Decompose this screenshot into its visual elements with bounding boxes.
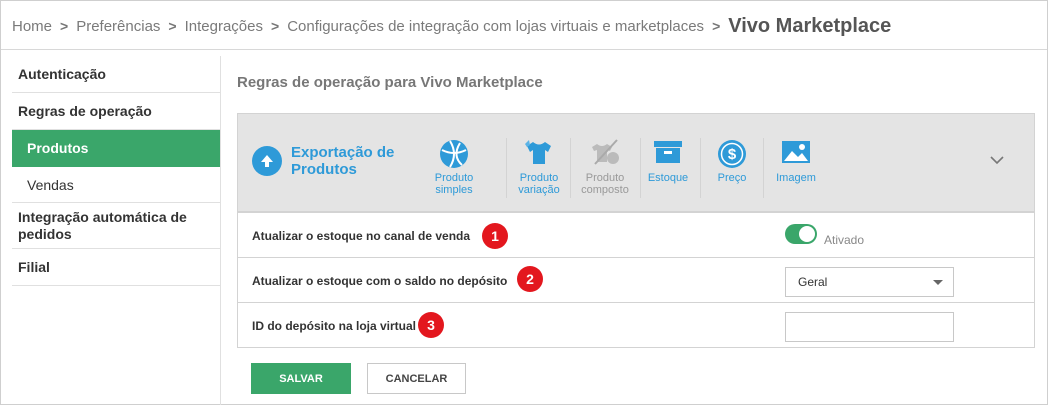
tool-imagem[interactable]: Imagem — [765, 138, 827, 184]
select-value: Geral — [798, 275, 828, 289]
header-divider — [1, 49, 1047, 50]
tool-label: Preço — [717, 172, 747, 184]
export-title: Exportação de Produtos — [291, 144, 395, 178]
tool-label: Produto simples — [434, 172, 474, 196]
setting-row: ID do depósito na loja virtual 3 — [238, 302, 1034, 347]
sidebar-item-label: Autenticação — [18, 66, 106, 82]
tool-estoque[interactable]: Estoque — [637, 138, 699, 184]
section-title: Regras de operação para Vivo Marketplace — [237, 74, 543, 91]
dollar-icon: $ — [701, 138, 763, 172]
sidebar-item-label: Integração automática de pedidos — [18, 208, 187, 242]
tool-label: Estoque — [647, 172, 689, 184]
sidebar-item-label: Vendas — [27, 176, 74, 193]
export-panel: Exportação de Produtos Produto simples P… — [237, 113, 1035, 212]
sidebar-item-regras-de-operacao[interactable]: Regras de operação — [12, 93, 220, 130]
breadcrumb-preferencias[interactable]: Preferências — [76, 18, 160, 35]
callout-badge: 1 — [482, 223, 508, 249]
page-title: Vivo Marketplace — [728, 14, 892, 37]
tool-produto-composto[interactable]: Produto composto — [574, 138, 636, 196]
setting-row: Atualizar o estoque no canal de venda 1 … — [238, 212, 1034, 257]
svg-text:$: $ — [728, 146, 737, 163]
sidebar-divider — [220, 56, 221, 405]
breadcrumb: Home > Preferências > Integrações > Conf… — [12, 14, 891, 38]
chevron-down-icon[interactable] — [990, 152, 1004, 170]
sidebar-item-integracao-automatica[interactable]: Integração automática de pedidos — [12, 203, 220, 249]
sidebar-item-label: Regras de operação — [18, 103, 152, 119]
breadcrumb-home[interactable]: Home — [12, 18, 52, 35]
deposit-select[interactable]: Geral — [785, 267, 954, 297]
sidebar-item-label: Produtos — [27, 140, 89, 156]
arrow-up-circle-icon — [252, 146, 282, 176]
breadcrumb-separator: > — [712, 18, 721, 34]
callout-badge: 2 — [517, 266, 543, 292]
tool-preco[interactable]: $ Preço — [701, 138, 763, 184]
cancel-button[interactable]: CANCELAR — [367, 363, 466, 394]
breadcrumb-separator: > — [168, 18, 177, 34]
callout-badge: 3 — [418, 312, 444, 338]
breadcrumb-separator: > — [271, 18, 280, 34]
tool-separator — [506, 138, 507, 198]
sidebar-item-vendas[interactable]: Vendas — [12, 167, 220, 203]
setting-row: Atualizar o estoque com o saldo no depós… — [238, 257, 1034, 302]
export-header[interactable]: Exportação de Produtos — [252, 144, 431, 178]
tool-produto-simples[interactable]: Produto simples — [423, 138, 485, 196]
setting-label: ID do depósito na loja virtual — [252, 319, 417, 333]
tool-produto-variacao[interactable]: Produto variação — [508, 138, 570, 196]
tool-separator — [570, 138, 571, 198]
setting-label: Atualizar o estoque com o saldo no depós… — [252, 274, 508, 288]
deposit-id-input[interactable] — [785, 312, 954, 342]
sidebar-item-produtos[interactable]: Produtos — [12, 130, 220, 167]
toggle-label: Ativado — [824, 233, 865, 247]
caret-down-icon — [933, 280, 943, 285]
setting-label: Atualizar o estoque no canal de venda — [252, 229, 471, 243]
tool-label: Produto variação — [518, 172, 560, 196]
tool-label: Produto composto — [581, 172, 629, 196]
save-button[interactable]: SALVAR — [251, 363, 351, 394]
tool-separator — [763, 138, 764, 198]
tool-label: Imagem — [776, 172, 816, 184]
breadcrumb-integracoes[interactable]: Integrações — [185, 18, 263, 35]
stock-update-toggle[interactable] — [785, 224, 817, 244]
ball-icon — [423, 138, 485, 172]
image-icon — [765, 138, 827, 172]
toggle-knob — [799, 226, 815, 242]
tshirt-ball-icon — [574, 138, 636, 172]
sidebar: Autenticação Regras de operação Produtos… — [12, 56, 220, 286]
tshirt-icon — [508, 138, 570, 172]
breadcrumb-configuracoes[interactable]: Configurações de integração com lojas vi… — [287, 18, 704, 35]
sidebar-item-filial[interactable]: Filial — [12, 249, 220, 286]
breadcrumb-separator: > — [60, 18, 69, 34]
box-icon — [637, 138, 699, 172]
sidebar-item-label: Filial — [18, 259, 50, 275]
settings-table: Atualizar o estoque no canal de venda 1 … — [237, 212, 1035, 348]
sidebar-item-autenticacao[interactable]: Autenticação — [12, 56, 220, 93]
